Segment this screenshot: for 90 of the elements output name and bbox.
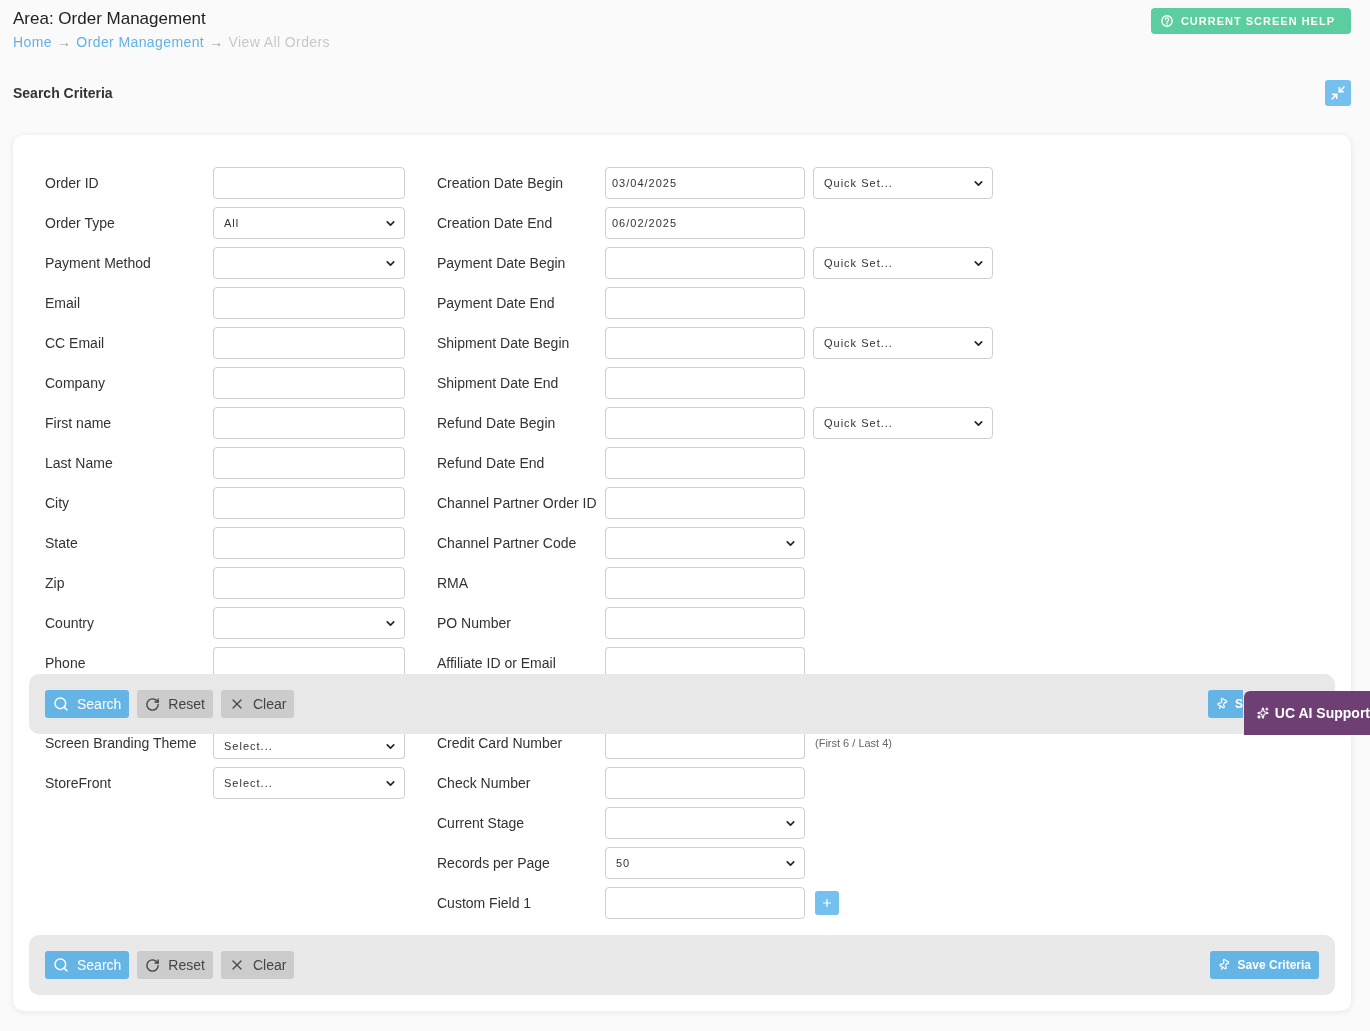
field-label: Credit Card Number	[437, 735, 564, 751]
field-label: Shipment Date Begin	[437, 335, 571, 351]
section-title: Search Criteria	[13, 85, 113, 101]
clear-button[interactable]: Clear	[220, 951, 295, 979]
input-field[interactable]	[213, 167, 405, 199]
field-label: State	[45, 535, 79, 551]
field-label: Screen Branding Theme	[45, 735, 198, 751]
breadcrumb-separator: →	[209, 33, 224, 51]
input-field[interactable]: 06/02/2025	[605, 207, 805, 239]
input-field[interactable]	[605, 767, 805, 799]
input-field[interactable]	[605, 647, 805, 674]
input-field[interactable]	[605, 327, 805, 359]
field-label: Current Stage	[437, 815, 526, 831]
field-label: Country	[45, 615, 96, 631]
add-button[interactable]	[815, 891, 839, 915]
field-label: Check Number	[437, 775, 532, 791]
dropdown-field[interactable]: Quick Set...	[813, 167, 993, 199]
help-icon	[1160, 15, 1173, 27]
dropdown-field[interactable]: All	[213, 207, 405, 239]
field-label: Creation Date Begin	[437, 175, 565, 191]
input-field[interactable]	[605, 247, 805, 279]
dropdown-field[interactable]: Quick Set...	[813, 407, 993, 439]
ai-support-tab[interactable]: UC AI Support	[1244, 691, 1370, 735]
field-label: Shipment Date End	[437, 375, 560, 391]
field-label: Last Name	[45, 455, 114, 471]
field-label: Refund Date End	[437, 455, 546, 471]
dropdown-field[interactable]: Quick Set...	[813, 327, 993, 359]
field-label: CC Email	[45, 335, 106, 351]
field-label: Order ID	[45, 175, 100, 191]
field-label: StoreFront	[45, 775, 113, 791]
input-field[interactable]: 03/04/2025	[605, 167, 805, 199]
rotate-arrow-icon	[145, 696, 161, 712]
reset-button[interactable]: Reset	[137, 690, 213, 718]
sparkle-icon	[1257, 706, 1269, 720]
input-field[interactable]	[605, 607, 805, 639]
input-field[interactable]	[605, 487, 805, 519]
field-label: City	[45, 495, 71, 511]
page-title: Area: Order Management	[13, 8, 207, 30]
field-label: Channel Partner Code	[437, 535, 578, 551]
collapse-arrows-icon	[1330, 85, 1346, 101]
field-label: First name	[45, 415, 113, 431]
input-field[interactable]	[213, 647, 405, 674]
dropdown-field[interactable]: Quick Set...	[813, 247, 993, 279]
field-label: Email	[45, 295, 81, 311]
input-field[interactable]	[213, 447, 405, 479]
dropdown-field[interactable]: Select...	[213, 734, 405, 759]
field-label: Payment Method	[45, 255, 152, 271]
dropdown-field[interactable]: Select...	[213, 767, 405, 799]
field-label: Creation Date End	[437, 215, 554, 231]
input-field[interactable]	[605, 887, 805, 919]
dropdown-field[interactable]	[605, 527, 805, 559]
hint-text: (First 6 / Last 4)	[815, 737, 893, 749]
dropdown-field[interactable]	[213, 247, 405, 279]
field-label: Affiliate ID or Email	[437, 655, 557, 671]
field-label: Records per Page	[437, 855, 551, 871]
field-label: PO Number	[437, 615, 512, 631]
search-icon	[53, 696, 69, 712]
field-label: Payment Date Begin	[437, 255, 567, 271]
field-label: Zip	[45, 575, 66, 591]
field-label: Phone	[45, 655, 87, 671]
field-label: Refund Date Begin	[437, 415, 557, 431]
input-field[interactable]	[605, 407, 805, 439]
rotate-arrow-icon	[145, 957, 161, 973]
field-label: Company	[45, 375, 106, 391]
input-field[interactable]	[605, 447, 805, 479]
breadcrumb-separator: →	[56, 33, 72, 51]
input-field[interactable]	[213, 527, 405, 559]
input-field[interactable]	[605, 734, 805, 759]
collapse-button[interactable]	[1325, 80, 1351, 106]
input-field[interactable]	[213, 367, 405, 399]
dropdown-field[interactable]	[213, 607, 405, 639]
input-field[interactable]	[605, 567, 805, 599]
dropdown-field[interactable]	[605, 807, 805, 839]
input-field[interactable]	[213, 487, 405, 519]
input-field[interactable]	[605, 287, 805, 319]
field-label: Custom Field 1	[437, 895, 533, 911]
field-label: Order Type	[45, 215, 116, 231]
field-label: Payment Date End	[437, 295, 556, 311]
input-field[interactable]	[605, 367, 805, 399]
input-field[interactable]	[213, 287, 405, 319]
clear-button[interactable]: Clear	[220, 690, 295, 718]
search-icon	[53, 957, 69, 973]
field-label: RMA	[437, 575, 470, 591]
dropdown-field[interactable]: 50	[605, 847, 805, 879]
input-field[interactable]	[213, 407, 405, 439]
reset-button[interactable]: Reset	[137, 951, 213, 979]
input-field[interactable]	[213, 327, 405, 359]
input-field[interactable]	[213, 567, 405, 599]
field-label: Channel Partner Order ID	[437, 495, 598, 511]
plus-icon	[821, 897, 833, 909]
